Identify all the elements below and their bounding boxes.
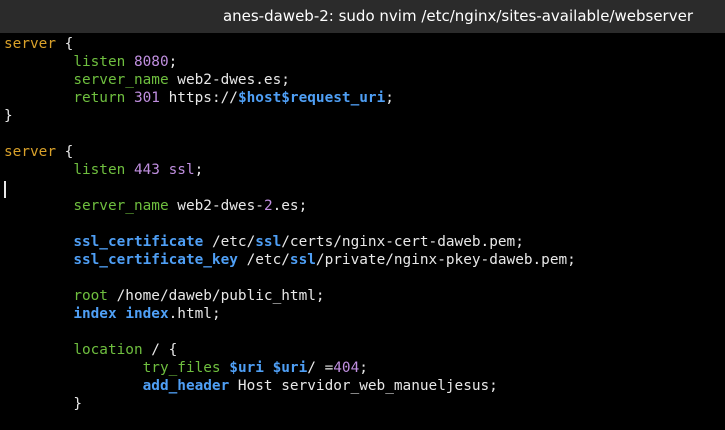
code-line[interactable]: server_name web2-dwes.es; bbox=[0, 71, 725, 89]
code-token: 404 bbox=[333, 360, 360, 376]
code-token: ; bbox=[194, 162, 204, 178]
code-token: root bbox=[73, 288, 108, 304]
text-cursor bbox=[4, 181, 6, 198]
code-line[interactable]: location / { bbox=[0, 341, 725, 359]
code-line[interactable]: index index.html; bbox=[0, 305, 725, 323]
code-token: $uri bbox=[229, 360, 264, 376]
code-line[interactable]: listen 8080; bbox=[0, 53, 725, 71]
code-token: ssl_certificate bbox=[73, 234, 204, 250]
code-token: Host servidor_web_manueljesus; bbox=[229, 378, 498, 394]
code-token: ; bbox=[385, 90, 394, 106]
code-line[interactable]: listen 443 ssl; bbox=[0, 161, 725, 179]
code-line[interactable] bbox=[0, 269, 725, 287]
code-line[interactable]: return 301 https://$host$request_uri; bbox=[0, 89, 725, 107]
code-line[interactable]: } bbox=[0, 107, 725, 125]
code-token: /home/daweb/public_html; bbox=[107, 288, 325, 304]
code-token: /certs/nginx-cert-daweb.pem; bbox=[281, 234, 524, 250]
code-token: index bbox=[73, 306, 117, 322]
window-title: anes-daweb-2: sudo nvim /etc/nginx/sites… bbox=[222, 7, 693, 25]
code-token: server bbox=[4, 144, 56, 160]
code-token: $host$request_uri bbox=[237, 90, 386, 106]
code-token: 8080 bbox=[133, 54, 169, 70]
code-token: /etc/ bbox=[237, 252, 290, 268]
code-line[interactable]: } bbox=[0, 395, 725, 413]
nvim-editor-buffer[interactable]: server { listen 8080; server_name web2-d… bbox=[0, 35, 725, 430]
code-token: listen bbox=[73, 54, 126, 70]
code-line[interactable] bbox=[0, 215, 725, 233]
code-token: /etc/ bbox=[203, 234, 256, 250]
code-token: location bbox=[73, 342, 143, 358]
code-token: web2-dwes- bbox=[168, 198, 264, 214]
code-token: 301 bbox=[133, 90, 160, 106]
code-token: try_files bbox=[142, 360, 221, 376]
code-token: server_name bbox=[73, 72, 169, 88]
code-line[interactable]: server { bbox=[0, 35, 725, 53]
code-token: } bbox=[73, 396, 82, 412]
code-token: 443 bbox=[133, 162, 160, 178]
code-line[interactable]: try_files $uri $uri/ =404; bbox=[0, 359, 725, 377]
code-line[interactable]: ssl_certificate_key /etc/ssl/private/ngi… bbox=[0, 251, 725, 269]
code-token: return bbox=[73, 90, 126, 106]
code-token: { bbox=[55, 144, 74, 160]
code-token: / { bbox=[142, 342, 178, 358]
code-token: } bbox=[4, 108, 13, 124]
code-token: / = bbox=[307, 360, 334, 376]
title-bar[interactable]: anes-daweb-2: sudo nvim /etc/nginx/sites… bbox=[0, 0, 725, 33]
code-token: server bbox=[4, 36, 56, 52]
code-line[interactable] bbox=[0, 125, 725, 143]
code-token: index bbox=[125, 306, 169, 322]
code-token: https:// bbox=[159, 90, 238, 106]
code-token: .es; bbox=[272, 198, 308, 214]
code-line[interactable] bbox=[0, 323, 725, 341]
code-token: { bbox=[55, 36, 74, 52]
code-token: server_name bbox=[73, 198, 169, 214]
code-token: ssl bbox=[255, 234, 282, 250]
code-token: .html; bbox=[168, 306, 221, 322]
code-token: $uri bbox=[272, 360, 308, 376]
code-token: ; bbox=[168, 54, 178, 70]
code-token: /private/nginx-pkey-daweb.pem; bbox=[315, 252, 576, 268]
code-token: 2 bbox=[263, 198, 273, 214]
code-line[interactable]: server { bbox=[0, 143, 725, 161]
code-token: add_header bbox=[142, 378, 230, 394]
code-line[interactable]: add_header Host servidor_web_manueljesus… bbox=[0, 377, 725, 395]
code-token: ssl bbox=[289, 252, 316, 268]
code-token: listen bbox=[73, 162, 126, 178]
code-line[interactable] bbox=[0, 179, 725, 197]
code-token: ssl bbox=[168, 162, 195, 178]
code-line[interactable]: server_name web2-dwes-2.es; bbox=[0, 197, 725, 215]
code-token: ssl_certificate_key bbox=[73, 252, 238, 268]
terminal-window: anes-daweb-2: sudo nvim /etc/nginx/sites… bbox=[0, 0, 725, 430]
code-token: web2-dwes.es; bbox=[168, 72, 290, 88]
code-line[interactable]: ssl_certificate /etc/ssl/certs/nginx-cer… bbox=[0, 233, 725, 251]
code-token: ; bbox=[359, 360, 368, 376]
code-line[interactable]: root /home/daweb/public_html; bbox=[0, 287, 725, 305]
